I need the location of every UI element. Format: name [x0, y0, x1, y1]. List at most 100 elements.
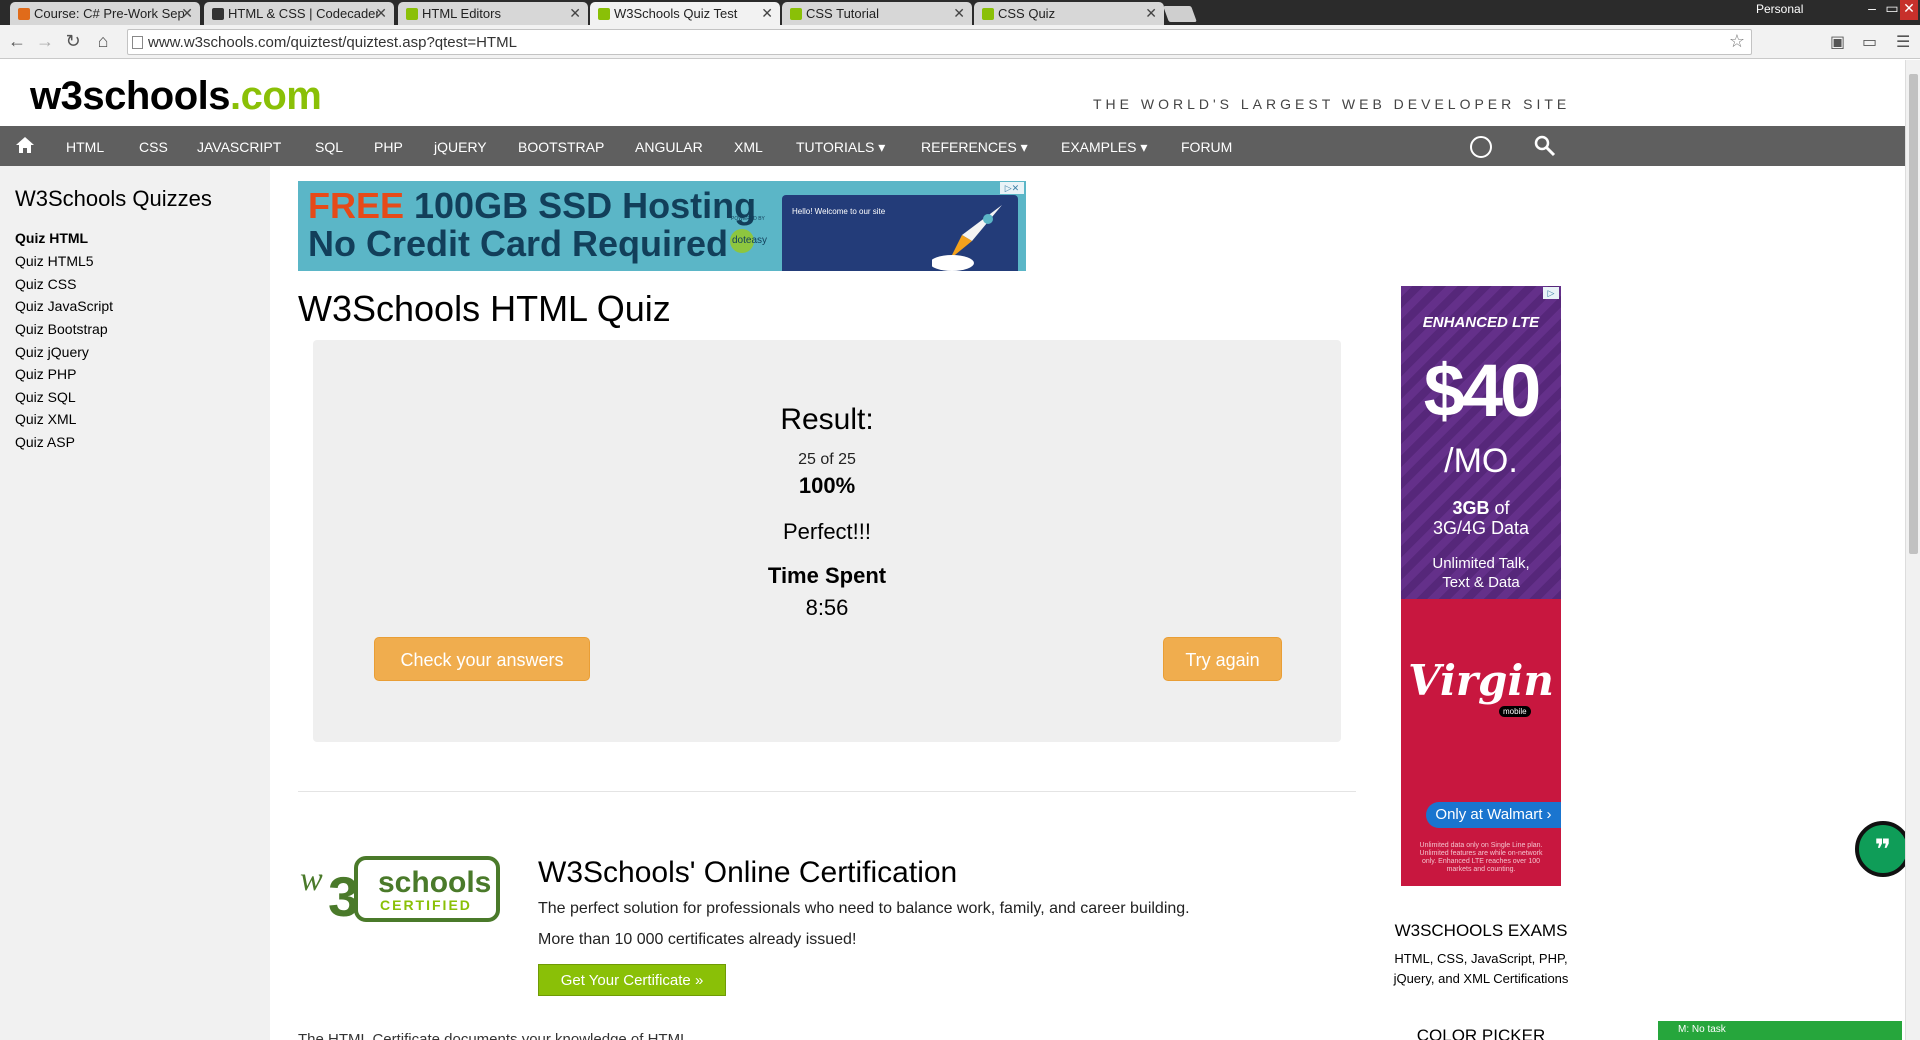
ad-data-amount: 3GB of 3G/4G Data	[1432, 498, 1530, 538]
hangouts-icon[interactable]: ❞	[1855, 821, 1905, 877]
page-viewport: w3schools.com THE WORLD'S LARGEST WEB DE…	[0, 60, 1905, 1040]
ad-browser-illustration: Hello! Welcome to our site	[782, 195, 1018, 271]
svg-text:doteasy: doteasy	[732, 235, 767, 246]
nav-angular[interactable]: ANGULAR	[635, 139, 703, 155]
result-heading: Result:	[780, 403, 874, 436]
sidebar-item-quiz-bootstrap[interactable]: Quiz Bootstrap	[15, 321, 108, 337]
walmart-button[interactable]: Only at Walmart ›	[1426, 802, 1561, 828]
exams-heading[interactable]: W3SCHOOLS EXAMS	[1382, 921, 1580, 941]
nav-sql[interactable]: SQL	[315, 139, 343, 155]
svg-text:CERTIFIED: CERTIFIED	[380, 897, 472, 913]
quiz-sidebar: W3Schools Quizzes Quiz HTML Quiz HTML5 Q…	[0, 166, 270, 1040]
task-status-bar[interactable]: M: No task	[1658, 1021, 1902, 1040]
bookmark-star-icon[interactable]: ☆	[1729, 31, 1745, 52]
new-tab-button[interactable]	[1163, 6, 1197, 22]
favicon-icon	[790, 8, 802, 20]
nav-tutorials[interactable]: TUTORIALS ▾	[796, 139, 885, 156]
browser-tab[interactable]: CSS Quiz ✕	[974, 2, 1164, 25]
sidebar-item-quiz-jquery[interactable]: Quiz jQuery	[15, 344, 89, 360]
virgin-mobile-ad[interactable]: ENHANCED LTE $40 /MO. 3GB of 3G/4G Data U…	[1401, 286, 1561, 886]
ad-headline: FREE 100GB SSD Hosting	[308, 185, 757, 226]
scrollbar-thumb[interactable]	[1909, 74, 1918, 554]
extension-icon[interactable]: ▣	[1830, 32, 1845, 52]
get-certificate-button[interactable]: Get Your Certificate »	[538, 964, 726, 996]
ad-enhanced-lte: ENHANCED LTE	[1422, 314, 1540, 331]
doteasy-logo: POWERED BY doteasy	[730, 216, 767, 253]
w3schools-logo[interactable]: w3schools.com	[30, 74, 322, 119]
close-tab-icon[interactable]: ✕	[761, 5, 773, 22]
color-picker-heading[interactable]: COLOR PICKER	[1382, 1026, 1580, 1040]
quiz-result-panel: Result: 25 of 25 100% Perfect!!! Time Sp…	[313, 340, 1341, 742]
nav-css[interactable]: CSS	[139, 139, 168, 155]
exams-description: HTML, CSS, JavaScript, PHP, jQuery, and X…	[1393, 951, 1569, 986]
profile-button[interactable]: Personal	[1756, 2, 1803, 16]
hosting-banner-ad[interactable]: FREE 100GB SSD Hosting No Credit Card Re…	[298, 181, 1026, 271]
section-divider	[298, 791, 1356, 792]
home-icon[interactable]	[15, 135, 35, 155]
minimize-icon[interactable]: –	[1862, 0, 1882, 20]
forward-icon[interactable]: →	[34, 30, 56, 52]
browser-tabstrip: Course: C# Pre-Work Sept ✕ HTML & CSS | …	[0, 0, 1920, 25]
time-spent-label: Time Spent	[767, 563, 887, 588]
browser-tab[interactable]: HTML Editors ✕	[398, 2, 588, 25]
nav-forum[interactable]: FORUM	[1181, 139, 1232, 155]
url-text: www.w3schools.com/quiztest/quiztest.asp?…	[148, 34, 517, 51]
sidebar-title: W3Schools Quizzes	[15, 186, 212, 211]
reload-icon[interactable]: ↻	[62, 30, 84, 52]
sidebar-item-quiz-php[interactable]: Quiz PHP	[15, 366, 76, 382]
home-icon[interactable]: ⌂	[92, 30, 114, 52]
browser-tab-active[interactable]: W3Schools Quiz Test ✕	[590, 2, 780, 25]
nav-references[interactable]: REFERENCES ▾	[921, 139, 1028, 156]
nav-jquery[interactable]: jQUERY	[434, 139, 487, 155]
maximize-icon[interactable]: ▭	[1884, 0, 1900, 20]
close-tab-icon[interactable]: ✕	[1145, 5, 1157, 22]
page-title: W3Schools HTML Quiz	[298, 288, 671, 329]
result-message: Perfect!!!	[782, 519, 872, 544]
adchoices-icon[interactable]: ▷	[1543, 287, 1559, 299]
sidebar-item-quiz-asp[interactable]: Quiz ASP	[15, 434, 75, 450]
sidebar-item-quiz-css[interactable]: Quiz CSS	[15, 276, 76, 292]
close-tab-icon[interactable]: ✕	[953, 5, 965, 22]
adchoices-icon[interactable]: ▷✕	[1000, 182, 1024, 194]
browser-toolbar: ← → ↻ ⌂ www.w3schools.com/quiztest/quizt…	[0, 25, 1920, 59]
result-percent: 100%	[798, 473, 856, 498]
browser-tab[interactable]: CSS Tutorial ✕	[782, 2, 972, 25]
time-spent-value: 8:56	[805, 595, 849, 620]
nav-javascript[interactable]: JAVASCRIPT	[197, 139, 281, 155]
close-tab-icon[interactable]: ✕	[181, 5, 193, 22]
browser-tab[interactable]: Course: C# Pre-Work Sept ✕	[10, 2, 200, 25]
certification-title: W3Schools' Online Certification	[538, 856, 958, 889]
sidebar-item-quiz-xml[interactable]: Quiz XML	[15, 411, 76, 427]
sidebar-item-quiz-html5[interactable]: Quiz HTML5	[15, 253, 94, 269]
close-tab-icon[interactable]: ✕	[569, 5, 581, 22]
address-bar[interactable]: www.w3schools.com/quiztest/quiztest.asp?…	[127, 29, 1752, 55]
nav-bootstrap[interactable]: BOOTSTRAP	[518, 139, 604, 155]
favicon-icon	[598, 8, 610, 20]
sidebar-item-quiz-javascript[interactable]: Quiz JavaScript	[15, 298, 113, 314]
sidebar-item-quiz-sql[interactable]: Quiz SQL	[15, 389, 76, 405]
ad-subline: No Credit Card Required	[308, 223, 729, 264]
browser-tab[interactable]: HTML & CSS | Codecaden ✕	[204, 2, 394, 25]
nav-php[interactable]: PHP	[374, 139, 403, 155]
search-icon[interactable]	[1534, 135, 1556, 157]
ad-fine-print: Unlimited data only on Single Line plan.…	[1419, 842, 1543, 873]
check-answers-button[interactable]: Check your answers	[374, 637, 590, 681]
globe-icon[interactable]	[1470, 136, 1492, 158]
certification-count: More than 10 000 certificates already is…	[538, 931, 857, 948]
sidebar-item-quiz-html[interactable]: Quiz HTML	[15, 230, 88, 246]
page-scrollbar[interactable]	[1905, 60, 1920, 1040]
ad-unlimited: Unlimited Talk, Text & Data	[1432, 555, 1530, 591]
close-window-icon[interactable]: ✕	[1900, 0, 1918, 20]
top-navigation: HTML CSS JAVASCRIPT SQL PHP jQUERY BOOTS…	[0, 126, 1905, 166]
back-icon[interactable]: ←	[6, 30, 28, 52]
virgin-logo: Virgin	[1408, 656, 1554, 705]
nav-examples[interactable]: EXAMPLES ▾	[1061, 139, 1147, 156]
cast-icon[interactable]: ▭	[1862, 32, 1877, 52]
nav-html[interactable]: HTML	[66, 139, 104, 155]
try-again-button[interactable]: Try again	[1163, 637, 1282, 681]
certificate-intro-text: The HTML Certificate documents your know…	[298, 1031, 693, 1040]
menu-icon[interactable]: ☰	[1896, 32, 1910, 52]
close-tab-icon[interactable]: ✕	[375, 5, 387, 22]
nav-xml[interactable]: XML	[734, 139, 763, 155]
certification-description: The perfect solution for professionals w…	[538, 900, 1190, 917]
